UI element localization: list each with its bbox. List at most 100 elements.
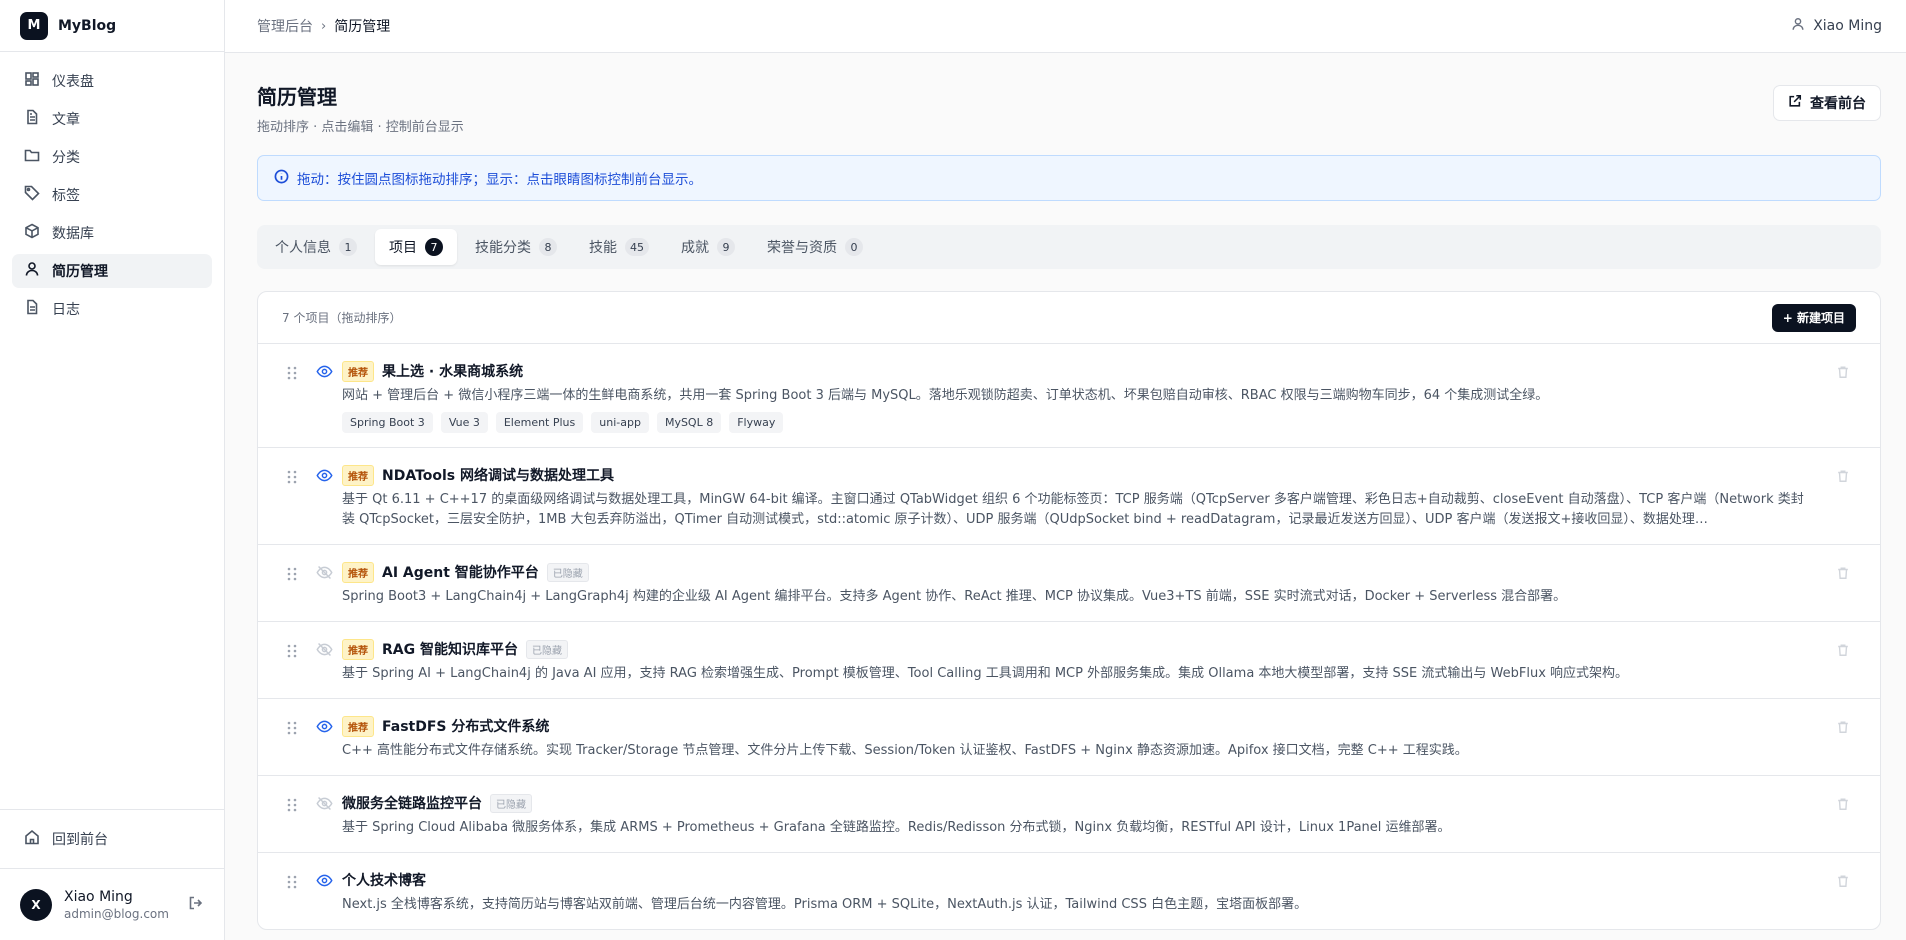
project-row[interactable]: 微服务全链路监控平台 已隐藏 基于 Spring Cloud Alibaba 微服务… [258,776,1880,853]
back-to-site-link[interactable]: 回到前台 [12,822,212,856]
tab-skill-categories[interactable]: 技能分类 8 [461,229,571,265]
eye-icon[interactable] [316,872,336,892]
chevron-right-icon: › [321,18,327,34]
trash-icon[interactable] [1836,364,1850,383]
project-title[interactable]: NDATools 网络调试与数据处理工具 [382,465,614,485]
tech-tag: Element Plus [495,412,584,433]
project-row[interactable]: 推荐 果上选 · 水果商城系统 网站 + 管理后台 + 微信小程序三端一体的生鲜电商… [258,344,1880,448]
eye-icon[interactable] [316,718,336,738]
sidebar-item-label: 文章 [52,112,80,128]
trash-icon[interactable] [1836,796,1850,815]
eye-icon[interactable] [316,467,336,487]
brand[interactable]: M MyBlog [0,0,224,52]
project-title[interactable]: FastDFS 分布式文件系统 [382,716,549,736]
drag-handle-icon[interactable] [286,720,302,736]
user-box: X Xiao Ming admin@blog.com [0,868,224,940]
project-title[interactable]: RAG 智能知识库平台 [382,639,518,659]
tech-tag: Spring Boot 3 [342,412,433,433]
back-to-site-label: 回到前台 [52,832,108,848]
hidden-badge: 已隐藏 [490,793,532,813]
tab-projects[interactable]: 项目 7 [375,229,457,265]
breadcrumb-current: 简历管理 [334,19,391,35]
top-user-menu[interactable]: Xiao Ming [1791,17,1882,35]
drag-handle-icon[interactable] [286,365,302,381]
project-title[interactable]: 微服务全链路监控平台 [342,793,482,813]
tab-label: 技能分类 [475,240,531,256]
file-icon [24,109,40,129]
recommended-badge: 推荐 [342,638,374,660]
folder-icon [24,147,40,167]
logout-icon[interactable] [188,895,204,915]
trash-icon[interactable] [1836,468,1850,487]
trash-icon[interactable] [1836,873,1850,892]
project-title[interactable]: 果上选 · 水果商城系统 [382,361,523,381]
tab-label: 荣誉与资质 [767,240,837,256]
project-description: Spring Boot3 + LangChain4j + LangGraph4j… [342,589,1567,604]
info-alert-text: 拖动：按住圆点图标拖动排序；显示：点击眼睛图标控制前台显示。 [297,172,702,188]
breadcrumb: 管理后台 › 简历管理 [257,16,390,36]
project-description: C++ 高性能分布式文件存储系统。实现 Tracker/Storage 节点管理… [342,743,1468,758]
trash-icon[interactable] [1836,642,1850,661]
drag-handle-icon[interactable] [286,643,302,659]
top-user-name: Xiao Ming [1813,18,1882,34]
eye-off-icon[interactable] [316,641,336,661]
info-icon [274,169,289,188]
tab-personal-info[interactable]: 个人信息 1 [261,229,371,265]
tag-list: Spring Boot 3 Vue 3 Element Plus uni-app MyS… [342,412,1816,433]
sidebar-item-dashboard[interactable]: 仪表盘 [12,64,212,98]
project-list-card: 7 个项目（拖动排序） + 新建项目 推荐 果上选 · 水果商城系统 网站 + 管理… [257,291,1881,930]
dashboard-icon [24,71,40,91]
database-icon [24,223,40,243]
tab-count: 1 [339,238,357,256]
project-description: Next.js 全栈博客系统，支持简历站与博客站双前端、管理后台统一内容管理。P… [342,897,1308,912]
page-subtitle: 拖动排序 · 点击编辑 · 控制前台显示 [257,120,464,135]
tab-skills[interactable]: 技能 45 [575,229,663,265]
sidebar-item-label: 分类 [52,150,80,166]
new-project-button[interactable]: + 新建项目 [1771,303,1856,332]
page-title: 简历管理 [257,85,337,109]
tab-honors[interactable]: 荣誉与资质 0 [753,229,877,265]
eye-off-icon[interactable] [316,795,336,815]
sidebar-item-resume[interactable]: 简历管理 [12,254,212,288]
sidebar-item-label: 数据库 [52,226,94,242]
avatar: X [20,888,52,921]
sidebar-item-articles[interactable]: 文章 [12,102,212,136]
project-title[interactable]: AI Agent 智能协作平台 [382,562,539,582]
tech-tag: Flyway [729,412,784,433]
eye-off-icon[interactable] [316,564,336,584]
sidebar-item-categories[interactable]: 分类 [12,140,212,174]
tab-count: 7 [425,238,443,256]
drag-handle-icon[interactable] [286,469,302,485]
breadcrumb-parent[interactable]: 管理后台 [257,16,313,36]
drag-handle-icon[interactable] [286,874,302,890]
tab-achievements[interactable]: 成就 9 [667,229,749,265]
brand-name: MyBlog [58,17,117,34]
drag-handle-icon[interactable] [286,797,302,813]
eye-icon[interactable] [316,363,336,383]
project-row[interactable]: 推荐 NDATools 网络调试与数据处理工具 基于 Qt 6.11 + C++17… [258,448,1880,545]
tech-tag: Vue 3 [440,412,488,433]
recommended-badge: 推荐 [342,715,374,737]
trash-icon[interactable] [1836,565,1850,584]
tab-label: 技能 [589,240,617,256]
project-row[interactable]: 推荐 AI Agent 智能协作平台 已隐藏 Spring Boot3 + LangC… [258,545,1880,622]
tab-label: 个人信息 [275,240,331,256]
tab-bar: 个人信息 1 项目 7 技能分类 8 技能 45 成就 9 荣誉与资质 0 [257,225,1881,269]
project-row[interactable]: 个人技术博客 Next.js 全栈博客系统，支持简历站与博客站双前端、管理后台统一… [258,853,1880,929]
content: 简历管理 拖动排序 · 点击编辑 · 控制前台显示 查看前台 拖动：按住圆点图标… [225,53,1906,940]
sidebar-item-logs[interactable]: 日志 [12,292,212,326]
drag-handle-icon[interactable] [286,566,302,582]
project-list: 推荐 果上选 · 水果商城系统 网站 + 管理后台 + 微信小程序三端一体的生鲜电商… [258,344,1880,929]
project-row[interactable]: 推荐 RAG 智能知识库平台 已隐藏 基于 Spring AI + LangChain… [258,622,1880,699]
trash-icon[interactable] [1836,719,1850,738]
topbar: 管理后台 › 简历管理 Xiao Ming [225,0,1906,53]
sidebar-item-database[interactable]: 数据库 [12,216,212,250]
sidebar-item-tags[interactable]: 标签 [12,178,212,212]
view-site-button[interactable]: 查看前台 [1773,85,1881,121]
tab-count: 8 [539,238,557,256]
project-row[interactable]: 推荐 FastDFS 分布式文件系统 C++ 高性能分布式文件存储系统。实现 Tra… [258,699,1880,776]
tab-label: 成就 [681,240,709,256]
project-title[interactable]: 个人技术博客 [342,870,426,890]
project-description: 基于 Qt 6.11 + C++17 的桌面级网络调试与数据处理工具，MinGW… [342,492,1804,527]
hidden-badge: 已隐藏 [525,639,568,659]
